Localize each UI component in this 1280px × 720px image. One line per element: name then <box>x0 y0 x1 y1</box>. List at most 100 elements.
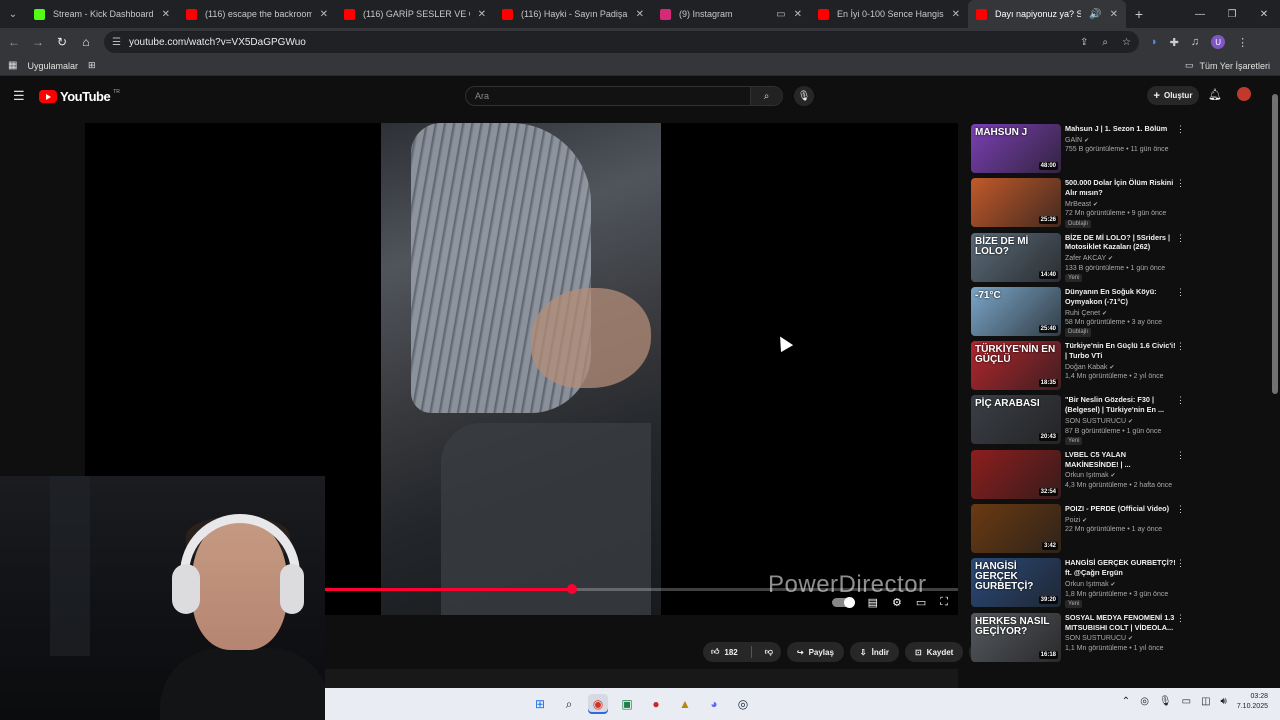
dislike-button[interactable]: 👎︎ <box>757 642 781 662</box>
fullscreen-icon[interactable]: ⛶ <box>940 596 948 609</box>
restore-icon[interactable]: ❐ <box>1216 9 1248 20</box>
show-hidden-icons-icon[interactable]: ⌃ <box>1122 696 1130 707</box>
minimize-icon[interactable]: — <box>1184 9 1216 20</box>
chrome-taskbar-icon[interactable]: ◉ <box>588 694 608 714</box>
page-scrollbar[interactable] <box>1272 86 1278 688</box>
channel-name[interactable]: Poizi <box>1065 517 1080 524</box>
notifications-bell-icon[interactable]: 🔔︎ <box>1208 88 1222 101</box>
tab-youtube-3[interactable]: (116) Hayki - Sayın Padişah ✕ <box>494 0 652 28</box>
microphone-tray-icon[interactable]: 🎙︎ <box>1159 696 1172 707</box>
app-yellow-taskbar-icon[interactable]: ▲ <box>675 694 695 714</box>
channel-name[interactable]: Ruhi Çenet <box>1065 310 1100 317</box>
reload-icon[interactable]: ↻ <box>50 35 74 49</box>
video-thumbnail[interactable]: HANGİSİ GERÇEK GURBETÇİ? 39:20 <box>971 558 1061 608</box>
tab-youtube-2[interactable]: (116) GARİP SESLER VE GİZEMİ ✕ <box>336 0 494 28</box>
channel-name[interactable]: Orkun Işıtmak <box>1065 581 1109 588</box>
zoom-icon[interactable]: ⌕ <box>1102 37 1108 48</box>
close-icon[interactable]: ✕ <box>162 9 170 20</box>
video-thumbnail[interactable]: TÜRKİYE'NİN EN GÜÇLÜ 18:35 <box>971 341 1061 391</box>
tab-search-icon[interactable]: ⌄ <box>0 0 26 28</box>
recommendation-item[interactable]: 32:54 LVBEL C5 YALAN MAKİNESİNDE! | ... Or… <box>971 449 1191 504</box>
video-title[interactable]: 500.000 Dolar İçin Ölüm Riskini Alır mıs… <box>1065 178 1177 198</box>
settings-gear-icon[interactable]: ⚙ <box>892 596 902 609</box>
progress-bar[interactable] <box>325 584 958 594</box>
video-title[interactable]: SOSYAL MEDYA FENOMENİ 1.3 MITSUBISHI COL… <box>1065 613 1177 633</box>
channel-name[interactable]: MrBeast <box>1065 201 1091 208</box>
share-button[interactable]: ↪ Paylaş <box>786 642 844 662</box>
more-options-icon[interactable]: ⋮ <box>1176 504 1185 515</box>
back-icon[interactable]: ← <box>2 35 26 49</box>
audio-playing-icon[interactable]: 🔊 <box>1089 9 1101 20</box>
autoplay-toggle[interactable] <box>831 597 855 608</box>
all-bookmarks-link[interactable]: Tüm Yer İşaretleri <box>1199 61 1270 71</box>
video-thumbnail[interactable]: BİZE DE Mİ LOLO? 14:40 <box>971 232 1061 282</box>
channel-name[interactable]: SON SUSTURUCU <box>1065 635 1126 642</box>
video-title[interactable]: Mahsun J | 1. Sezon 1. Bölüm <box>1065 124 1177 134</box>
save-button[interactable]: ⊡ Kaydet <box>904 642 964 662</box>
apps-grid-icon[interactable]: ▦ <box>8 60 17 71</box>
site-info-icon[interactable]: ☰ <box>112 37 121 48</box>
volume-icon[interactable]: 🔊︎ <box>1221 696 1227 707</box>
channel-name[interactable]: Zafer AKCAY <box>1065 255 1106 262</box>
channel-name[interactable]: GAİN <box>1065 137 1082 144</box>
close-icon[interactable]: ✕ <box>636 9 644 20</box>
close-icon[interactable]: ✕ <box>320 9 328 20</box>
app-red-taskbar-icon[interactable]: ● <box>646 694 666 714</box>
windows-start-icon[interactable]: ⊞ <box>530 694 550 714</box>
forward-icon[interactable]: → <box>26 35 50 49</box>
channel-name[interactable]: Doğan Kabak <box>1065 364 1107 371</box>
video-title[interactable]: BİZE DE Mİ LOLO? | 5Sriders | Motosiklet… <box>1065 233 1177 253</box>
tab-youtube-1[interactable]: (116) escape the backrooms to ✕ <box>178 0 336 28</box>
scrollbar-thumb[interactable] <box>1272 94 1278 394</box>
discord-taskbar-icon[interactable]: ◕ <box>704 694 724 714</box>
video-title[interactable]: "Bir Neslin Gözdesi: F30 | (Belgesel) | … <box>1065 395 1177 415</box>
more-options-icon[interactable]: ⋮ <box>1176 558 1185 569</box>
video-thumbnail[interactable]: HERKES NASIL GEÇİYOR? 16:18 <box>971 612 1061 662</box>
extensions-puzzle-icon[interactable]: ✚ <box>1170 36 1179 49</box>
close-icon[interactable]: ✕ <box>794 9 802 20</box>
video-thumbnail[interactable]: 3:42 <box>971 504 1061 554</box>
steam-taskbar-icon[interactable]: ◎ <box>733 694 753 714</box>
video-title[interactable]: Türkiye'nin En Güçlü 1.6 Civic'i! | Turb… <box>1065 341 1177 361</box>
video-thumbnail[interactable]: 25:26 <box>971 178 1061 228</box>
app-green-taskbar-icon[interactable]: ▣ <box>617 694 637 714</box>
like-button[interactable]: 👍︎ 182 <box>703 642 746 662</box>
video-title[interactable]: POIZI - PERDE (Official Video) <box>1065 504 1177 514</box>
profile-avatar[interactable]: U <box>1211 35 1226 49</box>
recommendation-item[interactable]: HERKES NASIL GEÇİYOR? 16:18 SOSYAL MEDYA F… <box>971 612 1191 667</box>
network-icon[interactable]: ◫ <box>1201 696 1210 707</box>
search-icon[interactable]: ⌕ <box>750 87 782 105</box>
install-app-icon[interactable]: ⇪ <box>1080 37 1088 48</box>
close-icon[interactable]: ✕ <box>1110 9 1118 20</box>
recommendation-item[interactable]: MAHSUN J 48:00 Mahsun J | 1. Sezon 1. Bölü… <box>971 124 1191 178</box>
download-button[interactable]: ⇩ İndir <box>849 642 899 662</box>
hamburger-menu-icon[interactable]: ☰ <box>13 88 25 104</box>
new-tab-button[interactable]: + <box>1126 6 1152 22</box>
more-options-icon[interactable]: ⋮ <box>1176 395 1185 406</box>
search-box[interactable]: Ara ⌕ <box>465 86 783 106</box>
video-title[interactable]: Dünyanın En Soğuk Köyü: Oymyakon (-71°C) <box>1065 287 1177 307</box>
more-options-icon[interactable]: ⋮ <box>1176 450 1185 461</box>
recommendation-item[interactable]: 3:42 POIZI - PERDE (Official Video) Poizi … <box>971 504 1191 558</box>
channel-name[interactable]: Orkun Işıtmak <box>1065 472 1109 479</box>
user-avatar[interactable] <box>1237 87 1251 101</box>
close-window-icon[interactable]: ✕ <box>1248 9 1280 20</box>
more-options-icon[interactable]: ⋮ <box>1176 124 1185 135</box>
theater-mode-icon[interactable]: ▭ <box>916 596 926 609</box>
close-icon[interactable]: ✕ <box>952 9 960 20</box>
home-icon[interactable]: ⌂ <box>74 35 98 49</box>
channel-name[interactable]: SON SUSTURUCU <box>1065 418 1126 425</box>
youtube-logo[interactable]: YouTube TR <box>39 89 120 104</box>
bookmark-star-icon[interactable]: ☆ <box>1122 37 1131 48</box>
video-thumbnail[interactable]: PİÇ ARABASI 20:43 <box>971 395 1061 445</box>
more-options-icon[interactable]: ⋮ <box>1176 613 1185 624</box>
apps-bookmark[interactable]: Uygulamalar <box>27 61 78 71</box>
tab-instagram[interactable]: (9) Instagram ▭ ✕ <box>652 0 810 28</box>
description-box[interactable] <box>325 669 958 689</box>
recommendation-item[interactable]: 25:26 500.000 Dolar İçin Ölüm Riskini Alı… <box>971 178 1191 232</box>
recommendation-item[interactable]: PİÇ ARABASI 20:43 "Bir Neslin Gözdesi: F30… <box>971 395 1191 449</box>
video-thumbnail[interactable]: MAHSUN J 48:00 <box>971 124 1061 173</box>
recommendation-item[interactable]: -71°C 25:40 Dünyanın En Soğuk Köyü: Oymyak… <box>971 286 1191 341</box>
recommendation-item[interactable]: TÜRKİYE'NİN EN GÜÇLÜ 18:35 Türkiye'nin En … <box>971 341 1191 395</box>
tab-youtube-4[interactable]: En İyi 0-100 Sence Hangisi? - Y ✕ <box>810 0 968 28</box>
